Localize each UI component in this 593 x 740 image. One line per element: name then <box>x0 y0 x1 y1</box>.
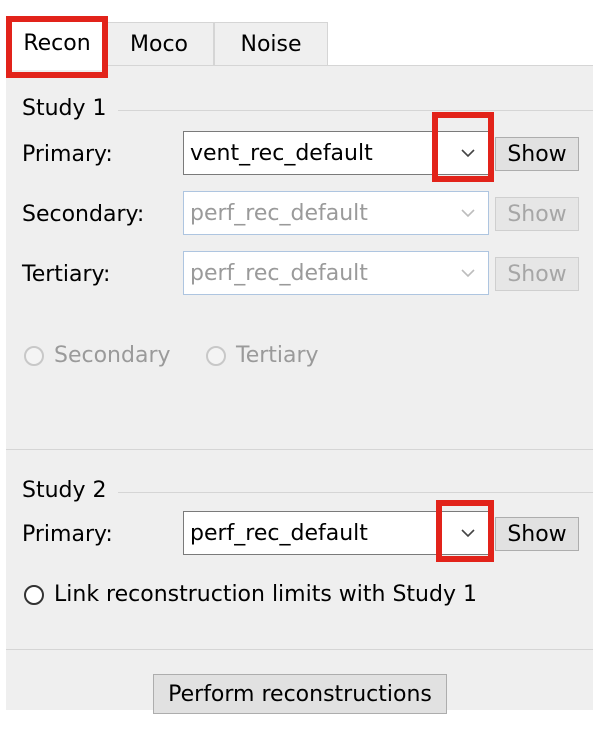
radio-link-limits-circle[interactable] <box>24 584 44 605</box>
radio-secondary-label: Secondary <box>54 343 171 368</box>
radio-link-limits-label: Link reconstruction limits with Study 1 <box>54 582 477 607</box>
perform-reconstructions-button[interactable]: Perform reconstructions <box>153 674 447 714</box>
study1-secondary-show-button[interactable]: Show <box>495 197 579 231</box>
tab-recon[interactable]: Recon <box>8 18 106 70</box>
study1-secondary-value: perf_rec_default <box>190 200 368 226</box>
chevron-down-icon[interactable] <box>448 132 488 174</box>
study1-tertiary-combo[interactable]: perf_rec_default <box>183 251 489 295</box>
study2-title: Study 2 <box>22 478 107 503</box>
study2-group-line <box>118 492 593 493</box>
study1-tertiary-value: perf_rec_default <box>190 260 368 286</box>
study2-primary-combo[interactable]: perf_rec_default <box>183 511 489 555</box>
group-separator <box>6 449 593 450</box>
study2-primary-value: perf_rec_default <box>190 520 368 546</box>
radio-secondary[interactable]: Secondary <box>24 343 171 368</box>
radio-link-limits[interactable]: Link reconstruction limits with Study 1 <box>24 582 477 607</box>
tab-recon-label: Recon <box>23 31 91 56</box>
radio-tertiary[interactable]: Tertiary <box>206 343 319 368</box>
study1-primary-label: Primary: <box>22 142 113 167</box>
footer-separator <box>6 649 593 650</box>
radio-tertiary-label: Tertiary <box>236 343 319 368</box>
chevron-down-icon[interactable] <box>448 252 488 294</box>
radio-secondary-circle[interactable] <box>24 345 44 366</box>
tab-noise[interactable]: Noise <box>214 22 328 66</box>
study1-primary-combo[interactable]: vent_rec_default <box>183 131 489 175</box>
study1-tertiary-show-button[interactable]: Show <box>495 257 579 291</box>
study1-tertiary-label: Tertiary: <box>22 262 111 287</box>
study1-primary-value: vent_rec_default <box>190 140 373 166</box>
study1-secondary-label: Secondary: <box>22 202 145 227</box>
chevron-down-icon[interactable] <box>448 192 488 234</box>
radio-tertiary-circle[interactable] <box>206 345 226 366</box>
study1-group-line <box>118 110 593 111</box>
tab-moco[interactable]: Moco <box>104 22 214 66</box>
tab-moco-label: Moco <box>130 31 188 57</box>
recon-window: Moco Noise Recon Study 1 Primary: vent_r… <box>0 0 593 740</box>
study1-title: Study 1 <box>22 96 107 121</box>
study1-primary-show-button[interactable]: Show <box>495 137 579 171</box>
tab-noise-label: Noise <box>240 31 302 57</box>
chevron-down-icon[interactable] <box>448 512 488 554</box>
study2-primary-label: Primary: <box>22 522 113 547</box>
study1-secondary-combo[interactable]: perf_rec_default <box>183 191 489 235</box>
study2-primary-show-button[interactable]: Show <box>495 517 579 551</box>
